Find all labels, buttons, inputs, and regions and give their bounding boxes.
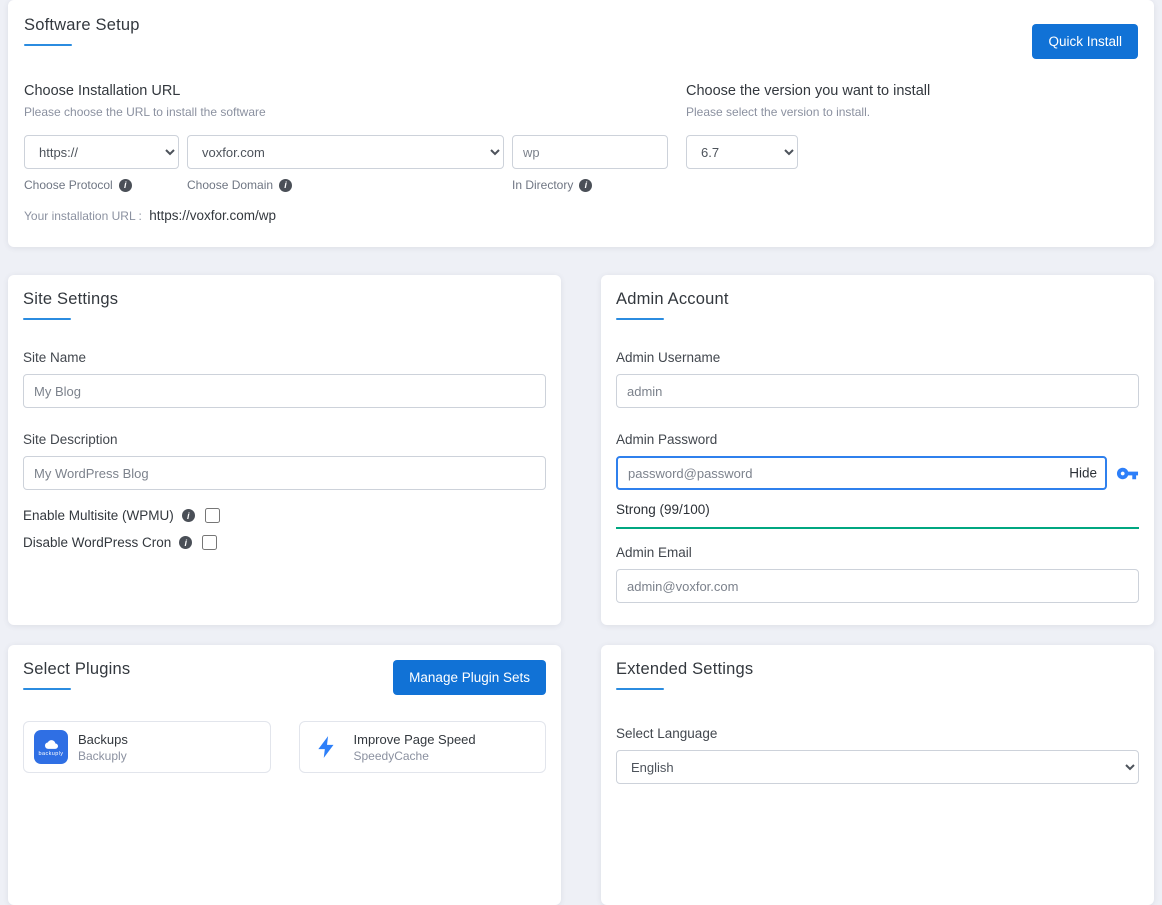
admin-username-input[interactable] bbox=[616, 374, 1139, 408]
version-section: Choose the version you want to install P… bbox=[686, 83, 1138, 223]
cron-info-icon[interactable] bbox=[179, 536, 193, 549]
site-settings-card: Site Settings Site Name Site Description… bbox=[8, 275, 561, 625]
site-settings-title: Site Settings bbox=[23, 290, 119, 308]
multisite-label: Enable Multisite (WPMU) bbox=[23, 508, 174, 523]
site-description-label: Site Description bbox=[23, 432, 118, 447]
installation-url-preview: Your installation URL : https://voxfor.c… bbox=[24, 208, 686, 223]
site-name-input[interactable] bbox=[23, 374, 546, 408]
speedycache-icon bbox=[310, 730, 344, 764]
install-page: Software Setup Quick Install Choose Inst… bbox=[0, 0, 1162, 905]
directory-label: In Directory bbox=[512, 178, 574, 192]
installation-url-heading: Choose Installation URL bbox=[24, 83, 181, 99]
select-plugins-title: Select Plugins bbox=[23, 660, 131, 678]
version-heading: Choose the version you want to install bbox=[686, 83, 931, 99]
title-underline bbox=[616, 318, 664, 320]
password-strength-bar bbox=[616, 527, 1139, 529]
installation-url-prefix: Your installation URL : bbox=[24, 209, 142, 223]
admin-account-title: Admin Account bbox=[616, 290, 729, 308]
multisite-info-icon[interactable] bbox=[181, 509, 195, 522]
software-setup-title: Software Setup bbox=[24, 16, 140, 34]
plugin-tile-backuply[interactable]: backuply Backups Backuply bbox=[23, 721, 271, 773]
site-description-input[interactable] bbox=[23, 456, 546, 490]
installation-url-subheading: Please choose the URL to install the sof… bbox=[24, 105, 266, 119]
extended-settings-title: Extended Settings bbox=[616, 660, 754, 678]
password-strength: Strong (99/100) bbox=[616, 502, 1139, 529]
software-setup-card: Software Setup Quick Install Choose Inst… bbox=[8, 0, 1154, 247]
installation-url-section: Choose Installation URL Please choose th… bbox=[24, 83, 686, 223]
domain-select[interactable]: voxfor.com bbox=[187, 135, 504, 169]
protocol-info-icon[interactable] bbox=[118, 178, 132, 192]
plugin-vendor: SpeedyCache bbox=[353, 748, 429, 763]
directory-input[interactable] bbox=[512, 135, 668, 169]
manage-plugin-sets-button[interactable]: Manage Plugin Sets bbox=[393, 660, 546, 695]
quick-install-button[interactable]: Quick Install bbox=[1032, 24, 1138, 59]
admin-password-input[interactable] bbox=[616, 456, 1107, 490]
site-name-label: Site Name bbox=[23, 350, 87, 365]
select-plugins-card: Select Plugins Manage Plugin Sets backup… bbox=[8, 645, 561, 905]
software-setup-header: Software Setup Quick Install bbox=[24, 16, 1138, 59]
version-select[interactable]: 6.7 bbox=[686, 135, 798, 169]
plugin-name: Backups bbox=[78, 731, 128, 747]
protocol-select[interactable]: https:// bbox=[24, 135, 179, 169]
domain-info-icon[interactable] bbox=[279, 178, 293, 192]
hide-password-toggle[interactable]: Hide bbox=[1065, 465, 1097, 481]
protocol-label: Choose Protocol bbox=[24, 178, 113, 192]
domain-label: Choose Domain bbox=[187, 178, 274, 192]
installation-url-value: https://voxfor.com/wp bbox=[149, 208, 276, 223]
admin-username-label: Admin Username bbox=[616, 350, 721, 365]
extended-settings-card: Extended Settings Select Language Englis… bbox=[601, 645, 1154, 905]
password-strength-text: Strong (99/100) bbox=[616, 502, 710, 517]
backuply-icon: backuply bbox=[34, 730, 68, 764]
title-underline bbox=[23, 688, 71, 690]
language-select[interactable]: English bbox=[616, 750, 1139, 784]
multisite-checkbox[interactable] bbox=[204, 508, 220, 523]
admin-account-card: Admin Account Admin Username Admin Passw… bbox=[601, 275, 1154, 625]
admin-email-label: Admin Email bbox=[616, 545, 692, 560]
generate-password-key-icon[interactable] bbox=[1116, 462, 1139, 485]
cron-label: Disable WordPress Cron bbox=[23, 535, 172, 550]
cron-checkbox[interactable] bbox=[202, 535, 218, 550]
plugin-name: Improve Page Speed bbox=[353, 731, 476, 747]
version-subheading: Please select the version to install. bbox=[686, 105, 871, 119]
title-underline bbox=[24, 44, 72, 46]
title-underline bbox=[616, 688, 664, 690]
plugin-vendor: Backuply bbox=[78, 748, 127, 763]
admin-email-input[interactable] bbox=[616, 569, 1139, 603]
plugin-tile-speedycache[interactable]: Improve Page Speed SpeedyCache bbox=[298, 721, 546, 773]
select-language-label: Select Language bbox=[616, 726, 718, 741]
directory-info-icon[interactable] bbox=[579, 178, 593, 192]
title-underline bbox=[23, 318, 71, 320]
admin-password-label: Admin Password bbox=[616, 432, 718, 447]
